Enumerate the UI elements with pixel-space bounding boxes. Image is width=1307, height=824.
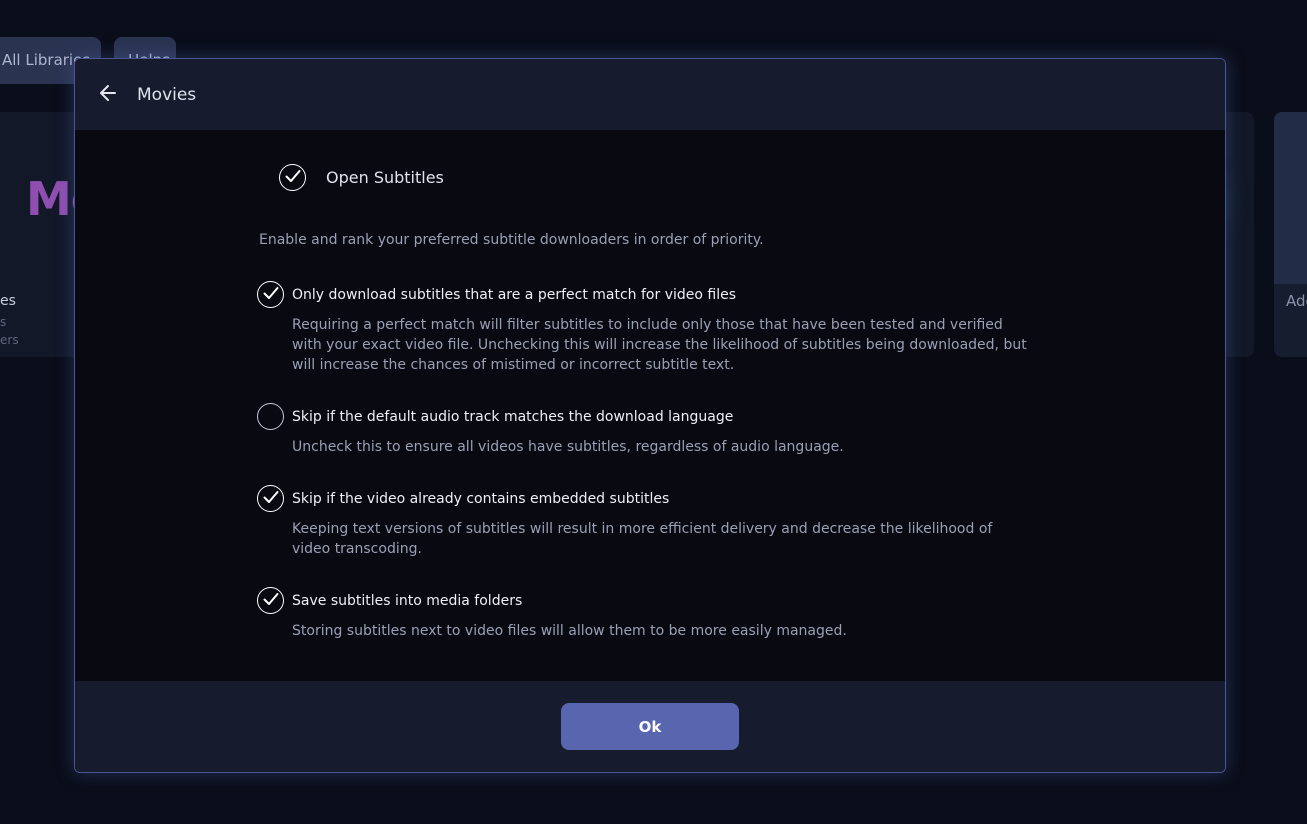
provider-label: Open Subtitles <box>326 168 444 187</box>
bg-text: s <box>0 315 7 329</box>
arrow-left-icon <box>98 83 118 107</box>
checkmark-icon <box>263 285 279 304</box>
bg-add-text: Add <box>1286 292 1307 310</box>
option-label[interactable]: Skip if the default audio track matches … <box>292 409 733 425</box>
ok-button[interactable]: Ok <box>561 703 739 750</box>
option-description: Requiring a perfect match will filter su… <box>292 317 1027 373</box>
save-in-media-folders-checkbox[interactable] <box>257 587 284 614</box>
dialog-footer: Ok <box>75 681 1225 772</box>
provider-intro-text: Enable and rank your preferred subtitle … <box>259 232 764 248</box>
dialog-title: Movies <box>137 84 197 105</box>
option-perfect-match: Only download subtitles that are a perfe… <box>257 281 1057 375</box>
option-skip-audio-match: Skip if the default audio track matches … <box>257 403 1057 457</box>
skip-embedded-checkbox[interactable] <box>257 485 284 512</box>
bg-text: ers <box>0 333 19 347</box>
option-skip-embedded: Skip if the video already contains embed… <box>257 485 1057 559</box>
bg-side-card <box>1274 112 1307 357</box>
option-label[interactable]: Skip if the video already contains embed… <box>292 491 669 507</box>
provider-checkbox[interactable] <box>279 164 306 191</box>
option-save-in-media-folders: Save subtitles into media folders Storin… <box>257 587 1057 641</box>
skip-audio-match-checkbox[interactable] <box>257 403 284 430</box>
checkmark-icon <box>263 591 279 610</box>
option-description: Keeping text versions of subtitles will … <box>292 521 993 557</box>
option-description: Storing subtitles next to video files wi… <box>292 623 847 639</box>
checkmark-icon <box>263 489 279 508</box>
back-button[interactable] <box>93 80 123 110</box>
bg-text: es <box>0 293 16 309</box>
provider-open-subtitles[interactable]: Open Subtitles <box>279 164 444 191</box>
option-description: Uncheck this to ensure all videos have s… <box>292 439 844 455</box>
option-label[interactable]: Save subtitles into media folders <box>292 593 522 609</box>
dialog-body: Open Subtitles Enable and rank your pref… <box>75 130 1225 683</box>
option-label[interactable]: Only download subtitles that are a perfe… <box>292 287 736 303</box>
subtitle-settings-dialog: Movies Open Subtitles Enable and rank yo… <box>74 58 1226 773</box>
perfect-match-checkbox[interactable] <box>257 281 284 308</box>
dialog-header: Movies <box>75 59 1225 130</box>
checkmark-icon <box>285 168 301 187</box>
